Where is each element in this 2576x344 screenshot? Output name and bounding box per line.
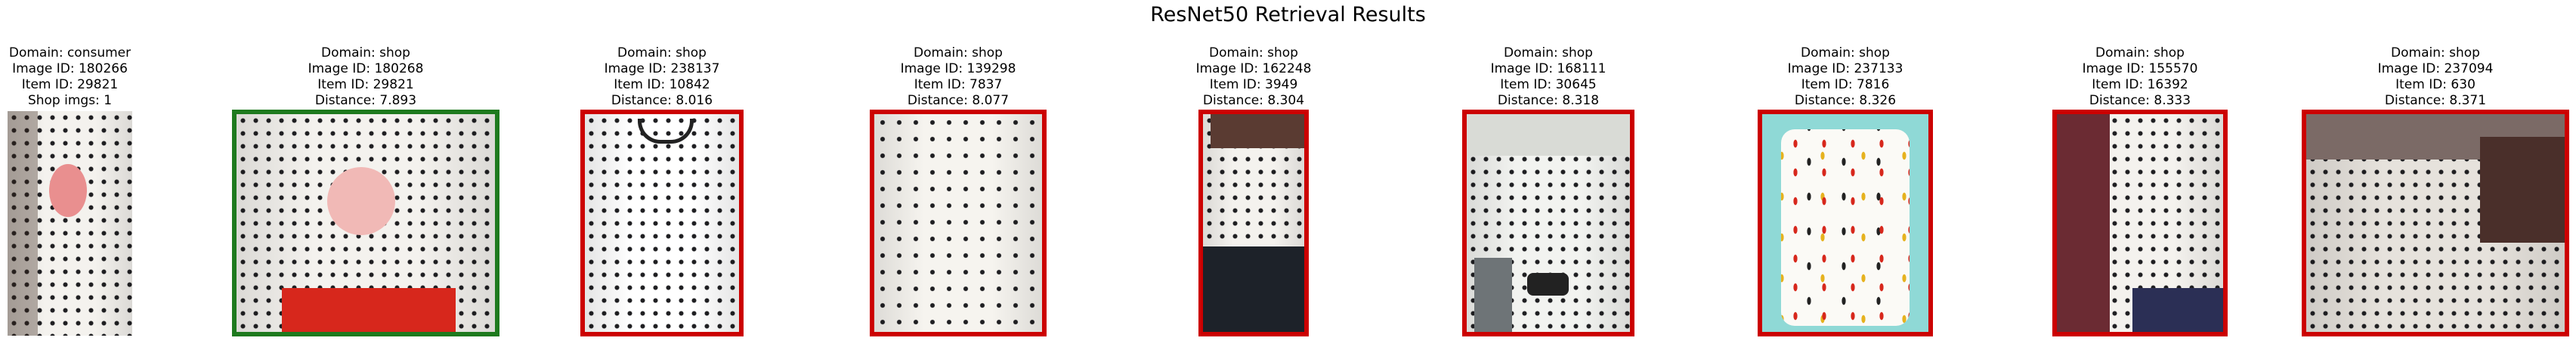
result-caption: Domain: shop Image ID: 139298 Item ID: 7… bbox=[809, 45, 1107, 109]
result-distance: Distance: 8.077 bbox=[907, 93, 1010, 108]
query-shop-imgs: Shop imgs: 1 bbox=[27, 93, 113, 108]
result-distance: Distance: 8.304 bbox=[1202, 93, 1305, 108]
figure-title: ResNet50 Retrieval Results bbox=[1150, 3, 1426, 26]
result-caption: Domain: shop Image ID: 238137 Item ID: 1… bbox=[520, 45, 804, 109]
result-image-id: Image ID: 237094 bbox=[2377, 61, 2494, 76]
result-domain: Domain: shop bbox=[1801, 45, 1890, 60]
result-distance: Distance: 8.326 bbox=[1794, 93, 1897, 108]
result-item-id: Item ID: 29821 bbox=[317, 77, 414, 92]
result-image bbox=[580, 110, 744, 336]
result-image-id: Image ID: 168111 bbox=[1490, 61, 1607, 76]
result-image-id: Image ID: 139298 bbox=[900, 61, 1016, 76]
result-image bbox=[1198, 110, 1309, 336]
result-image-id: Image ID: 238137 bbox=[604, 61, 720, 76]
result-domain: Domain: shop bbox=[1209, 45, 1298, 60]
query-item-id: Item ID: 29821 bbox=[21, 77, 119, 92]
result-domain: Domain: shop bbox=[2391, 45, 2480, 60]
result-item-id: Item ID: 7816 bbox=[1801, 77, 1890, 92]
result-image-id: Image ID: 237133 bbox=[1787, 61, 1903, 76]
result-caption: Domain: shop Image ID: 162248 Item ID: 3… bbox=[1138, 45, 1369, 109]
result-distance: Distance: 8.016 bbox=[611, 93, 713, 108]
result-image bbox=[870, 110, 1047, 336]
result-domain: Domain: shop bbox=[617, 45, 707, 60]
result-item-id: Item ID: 7837 bbox=[914, 77, 1003, 92]
result-item-id: Item ID: 3949 bbox=[1209, 77, 1298, 92]
result-domain: Domain: shop bbox=[914, 45, 1003, 60]
result-domain: Domain: shop bbox=[321, 45, 410, 60]
result-image bbox=[232, 110, 499, 336]
result-caption: Domain: shop Image ID: 180268 Item ID: 2… bbox=[172, 45, 560, 109]
query-domain: Domain: consumer bbox=[8, 45, 131, 60]
query-caption: Domain: consumer Image ID: 180266 Item I… bbox=[0, 45, 193, 109]
result-item-id: Item ID: 630 bbox=[2395, 77, 2475, 92]
result-distance: Distance: 7.893 bbox=[314, 93, 417, 108]
result-item-id: Item ID: 30645 bbox=[1500, 77, 1597, 92]
query-image bbox=[8, 111, 132, 336]
result-image bbox=[1758, 110, 1933, 336]
result-distance: Distance: 8.371 bbox=[2384, 93, 2487, 108]
result-caption: Domain: shop Image ID: 237133 Item ID: 7… bbox=[1697, 45, 1993, 109]
query-image-id: Image ID: 180266 bbox=[12, 61, 128, 76]
result-image bbox=[2302, 110, 2569, 336]
result-image-id: Image ID: 162248 bbox=[1195, 61, 1312, 76]
result-caption: Domain: shop Image ID: 168111 Item ID: 3… bbox=[1402, 45, 1695, 109]
result-image bbox=[1462, 110, 1634, 336]
result-image-id: Image ID: 180268 bbox=[308, 61, 424, 76]
result-domain: Domain: shop bbox=[1504, 45, 1593, 60]
result-item-id: Item ID: 10842 bbox=[614, 77, 710, 92]
result-image bbox=[2052, 110, 2228, 336]
result-caption: Domain: shop Image ID: 237094 Item ID: 6… bbox=[2241, 45, 2576, 109]
result-distance: Distance: 8.318 bbox=[1497, 93, 1600, 108]
